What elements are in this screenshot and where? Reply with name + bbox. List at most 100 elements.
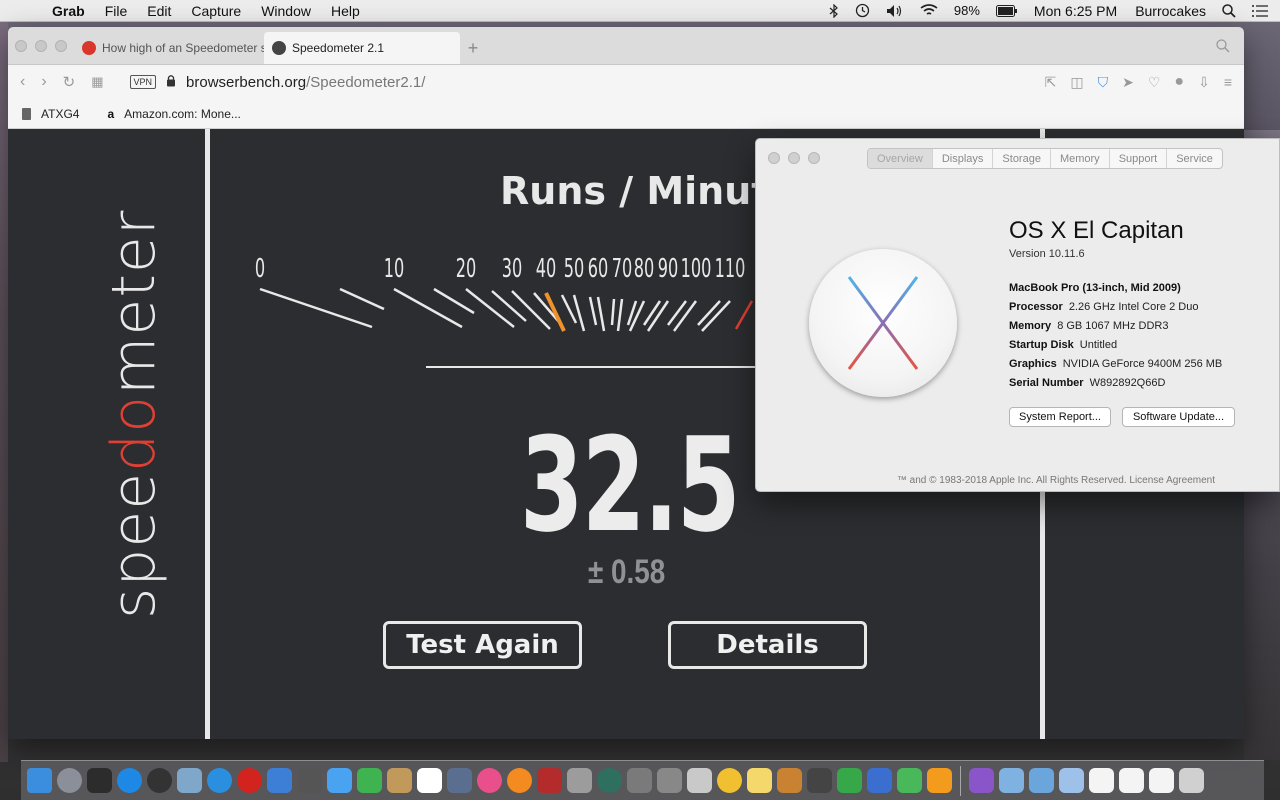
dock-system-preferences-icon[interactable] [627, 768, 652, 793]
back-icon[interactable]: ‹ [20, 73, 25, 91]
dock-photos-icon[interactable] [717, 768, 742, 793]
dock-document-1-icon[interactable] [1089, 768, 1114, 793]
easy-setup-icon[interactable]: ≡ [1224, 74, 1232, 90]
volume-icon[interactable] [878, 4, 912, 18]
user-name[interactable]: Burrocakes [1125, 3, 1214, 19]
dock-activity-monitor-icon[interactable] [87, 768, 112, 793]
shield-icon[interactable]: ⛉ [1098, 74, 1109, 91]
menu-window[interactable]: Window [251, 3, 321, 19]
url-input[interactable]: browserbench.org/Speedometer2.1/ [186, 74, 425, 91]
app-menu[interactable]: Grab [42, 3, 95, 19]
dock-stickies-icon[interactable] [747, 768, 772, 793]
dock-messages-icon[interactable] [327, 768, 352, 793]
gauge-tick [572, 294, 586, 332]
dock-opera-icon[interactable] [237, 768, 262, 793]
dock-time-machine-icon[interactable] [597, 768, 622, 793]
tab-speedometer[interactable]: Speedometer 2.1 [264, 32, 460, 64]
globe-icon [272, 41, 286, 55]
tab-overview[interactable]: Overview [868, 149, 933, 168]
wifi-icon[interactable] [912, 4, 946, 17]
about-close-button[interactable] [768, 152, 780, 164]
dock-dashboard-icon[interactable] [147, 768, 172, 793]
about-zoom-button[interactable] [808, 152, 820, 164]
menu-help[interactable]: Help [321, 3, 370, 19]
dock-keynote-icon[interactable] [777, 768, 802, 793]
tab-displays[interactable]: Displays [933, 149, 994, 168]
dock-grapher-icon[interactable] [897, 768, 922, 793]
dock-downloads-icon[interactable] [1029, 768, 1054, 793]
download-icon[interactable]: ⇩ [1198, 74, 1210, 91]
score-error: ± 0.58 [588, 553, 666, 591]
notification-center-icon[interactable] [1244, 4, 1280, 17]
dock-automator-icon[interactable] [657, 768, 682, 793]
bookmark-atxg4[interactable]: ATXG4 [22, 107, 79, 121]
spotlight-search-icon[interactable] [1214, 3, 1244, 18]
dock-safari-icon[interactable] [207, 768, 232, 793]
reload-icon[interactable]: ↻ [63, 73, 76, 91]
dock-script-editor-icon[interactable] [567, 768, 592, 793]
bookmark-amazon[interactable]: a Amazon.com: Mone... [107, 107, 240, 121]
dock-calendar-icon[interactable] [417, 768, 442, 793]
clock[interactable]: Mon 6:25 PM [1026, 3, 1125, 19]
menu-edit[interactable]: Edit [137, 3, 181, 19]
share-icon[interactable]: ⇱ [1045, 74, 1057, 91]
about-minimize-button[interactable] [788, 152, 800, 164]
dock-applications-icon[interactable] [1059, 768, 1084, 793]
dock-preview-icon[interactable] [177, 768, 202, 793]
details-button[interactable]: Details [668, 621, 867, 669]
new-tab-icon[interactable]: + [460, 32, 486, 64]
dock-folder-icon[interactable] [999, 768, 1024, 793]
battery-icon[interactable] [988, 4, 1026, 17]
dock-image-viewer-icon[interactable] [687, 768, 712, 793]
dock-image-capture-icon[interactable] [447, 768, 472, 793]
gauge-tick-label: 0 [255, 254, 265, 284]
dock-app-store-icon[interactable] [117, 768, 142, 793]
account-icon[interactable]: ● [1174, 73, 1184, 91]
close-window-button[interactable] [15, 40, 27, 52]
tab-how-high[interactable]: How high of an Speedometer s [74, 32, 264, 64]
gauge-tick-label: 100 [681, 254, 712, 284]
system-report-button[interactable]: System Report... [1009, 407, 1111, 427]
bluetooth-icon[interactable] [821, 3, 847, 18]
search-tabs-icon[interactable] [1216, 39, 1230, 56]
test-again-button[interactable]: Test Again [383, 621, 582, 669]
forward-icon[interactable]: › [41, 73, 46, 91]
dock-ibooks-icon[interactable] [507, 768, 532, 793]
lock-icon[interactable] [166, 74, 176, 90]
dock-trash-icon[interactable] [1179, 768, 1204, 793]
menu-capture[interactable]: Capture [181, 3, 251, 19]
vpn-badge[interactable]: VPN [129, 75, 157, 89]
dock-brush-icon[interactable] [807, 768, 832, 793]
minimize-window-button[interactable] [35, 40, 47, 52]
send-icon[interactable]: ➤ [1122, 74, 1134, 91]
tab-memory[interactable]: Memory [1051, 149, 1110, 168]
runs-per-minute-title: Runs / Minute [500, 169, 796, 213]
dock-alien-icon[interactable] [297, 768, 322, 793]
dock-document-2-icon[interactable] [1119, 768, 1144, 793]
zoom-window-button[interactable] [55, 40, 67, 52]
dock-contacts-icon[interactable] [387, 768, 412, 793]
menu-file[interactable]: File [95, 3, 138, 19]
dock-numbers-icon[interactable] [837, 768, 862, 793]
dock-airmail-icon[interactable] [267, 768, 292, 793]
dock-ink-icon[interactable] [867, 768, 892, 793]
tab-service[interactable]: Service [1167, 149, 1222, 168]
software-update-button[interactable]: Software Update... [1122, 407, 1235, 427]
tab-support[interactable]: Support [1110, 149, 1168, 168]
dock-document-3-icon[interactable] [1149, 768, 1174, 793]
tab-storage[interactable]: Storage [993, 149, 1051, 168]
dock-tool-icon[interactable] [969, 768, 994, 793]
spec-value: W892892Q66D [1089, 377, 1166, 389]
dock-pages-icon[interactable] [927, 768, 952, 793]
speed-dial-icon[interactable]: ▦ [91, 74, 103, 90]
dock-itunes-icon[interactable] [477, 768, 502, 793]
dock-finder-icon[interactable] [27, 768, 52, 793]
spec-key: Memory [1009, 320, 1052, 332]
camera-icon[interactable]: ◫ [1070, 74, 1083, 91]
heart-icon[interactable]: ♡ [1148, 74, 1161, 91]
gauge-tick [511, 290, 551, 330]
dock-facetime-icon[interactable] [357, 768, 382, 793]
dock-launchpad-icon[interactable] [57, 768, 82, 793]
time-machine-icon[interactable] [847, 3, 878, 18]
dock-photo-booth-icon[interactable] [537, 768, 562, 793]
